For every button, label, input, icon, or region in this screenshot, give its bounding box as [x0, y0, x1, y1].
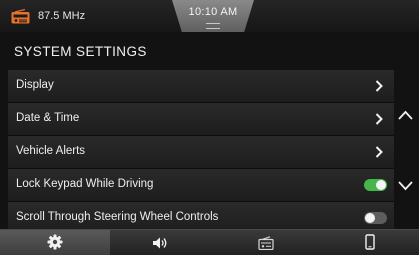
radio-icon [258, 236, 274, 250]
page-header: SYSTEM SETTINGS [0, 36, 419, 68]
setting-label: Date & Time [16, 112, 80, 124]
chevron-down-icon[interactable] [397, 180, 414, 192]
clock-tab[interactable]: 10:10 AM [172, 0, 254, 32]
bottom-nav [0, 229, 419, 255]
nav-settings-button[interactable] [0, 230, 110, 255]
nav-radio-button[interactable] [210, 230, 320, 255]
setting-row-lock-keypad[interactable]: Lock Keypad While Driving [8, 169, 394, 202]
chevron-up-icon[interactable] [397, 109, 414, 121]
setting-row-vehicle-alerts[interactable]: Vehicle Alerts [8, 136, 394, 169]
setting-label: Vehicle Alerts [16, 145, 86, 157]
steering-wheel-scroll-toggle[interactable] [364, 212, 387, 224]
setting-label: Display [16, 79, 54, 91]
toggle-knob [365, 213, 375, 223]
lock-keypad-toggle[interactable] [364, 179, 387, 191]
page-title: SYSTEM SETTINGS [14, 44, 147, 59]
setting-label: Lock Keypad While Driving [16, 178, 154, 190]
radio-icon [11, 9, 30, 24]
settings-list: Display Date & Time Vehicle Alerts Lock … [8, 70, 394, 235]
setting-label: Scroll Through Steering Wheel Controls [16, 211, 219, 223]
radio-frequency: 87.5 MHz [38, 10, 86, 22]
chevron-right-icon [375, 80, 383, 92]
chevron-right-icon [375, 113, 383, 125]
toggle-knob [376, 180, 386, 190]
pull-down-handle[interactable] [206, 23, 220, 29]
gear-icon [47, 234, 63, 250]
status-bar: 87.5 MHz 10:10 AM [0, 0, 419, 32]
setting-row-display[interactable]: Display [8, 70, 394, 103]
nav-audio-button[interactable] [110, 230, 210, 255]
nav-phone-button[interactable] [320, 230, 419, 255]
setting-row-date-time[interactable]: Date & Time [8, 103, 394, 136]
chevron-right-icon [375, 146, 383, 158]
speaker-icon [153, 237, 167, 249]
clock-time: 10:10 AM [188, 6, 238, 18]
phone-icon [365, 234, 375, 250]
